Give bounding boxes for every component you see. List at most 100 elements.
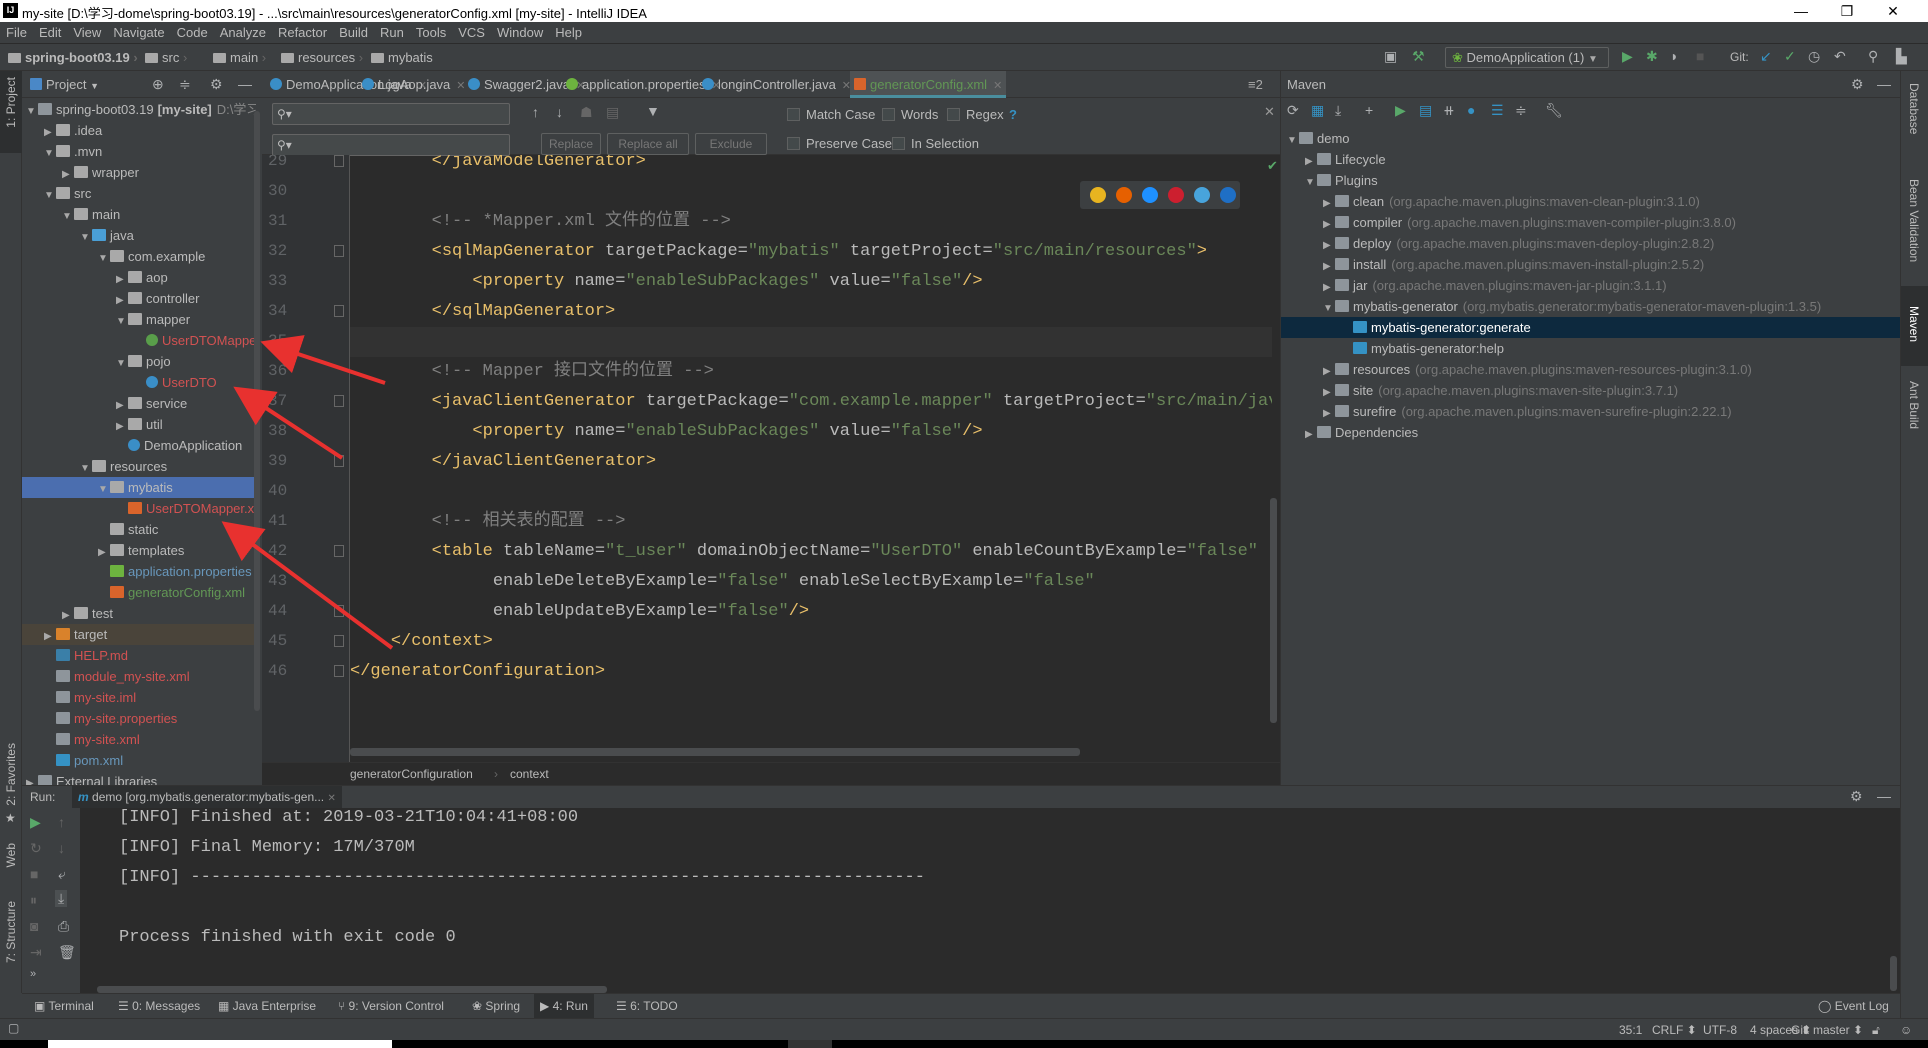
- more-icon[interactable]: »: [30, 968, 36, 980]
- code-area[interactable]: 29 </javaModelGenerator> 30 31 <!-- *Mappe…: [262, 155, 1272, 702]
- expanded-arrow-icon[interactable]: ▼: [80, 458, 92, 479]
- fold-marker-icon[interactable]: [334, 395, 344, 407]
- trash-icon[interactable]: 🗑︎: [58, 944, 76, 961]
- maven-tree-item[interactable]: ▶ compiler (org.apache.maven.plugins:maven…: [1281, 212, 1901, 233]
- menu-file[interactable]: File: [0, 22, 33, 40]
- debug-icon[interactable]: ✱: [1646, 48, 1658, 65]
- lock-icon[interactable]: 🔓︎: [1872, 1023, 1880, 1038]
- maven-tree-item[interactable]: ▶ Lifecycle: [1281, 149, 1901, 170]
- gear-icon[interactable]: ⚙: [210, 76, 223, 93]
- editor-vertical-scrollbar[interactable]: [1270, 498, 1277, 723]
- maven-tree-item[interactable]: ▶ install (org.apache.maven.plugins:maven-…: [1281, 254, 1901, 275]
- collapsed-arrow-icon[interactable]: ▶: [26, 773, 38, 785]
- database-tool-button[interactable]: Database: [1907, 83, 1921, 134]
- fold-marker-icon[interactable]: [334, 635, 344, 647]
- tool-tab-0-messages[interactable]: ☰ 0: Messages: [112, 994, 206, 1018]
- tool-tab-terminal[interactable]: ▣ Terminal: [28, 994, 100, 1018]
- tool-tab-java-enterprise[interactable]: ▦ Java Enterprise: [212, 994, 322, 1018]
- hide-icon[interactable]: —: [1877, 76, 1891, 92]
- up-icon[interactable]: ↑: [58, 814, 65, 830]
- web-tool-button[interactable]: Web: [4, 843, 18, 867]
- coverage-icon[interactable]: ◗: [1670, 48, 1678, 64]
- expanded-arrow-icon[interactable]: ▼: [26, 101, 38, 122]
- tool-tab-4-run[interactable]: ▶ 4: Run: [534, 994, 594, 1018]
- replace-button[interactable]: Replace: [541, 133, 601, 155]
- maven-tree-item[interactable]: ▼ demo: [1281, 128, 1901, 149]
- layout-icon[interactable]: ▣: [1384, 48, 1397, 65]
- tree-item[interactable]: my-site.properties: [22, 708, 256, 729]
- run-icon[interactable]: ▶: [1622, 48, 1633, 65]
- close-tab-icon[interactable]: ✕: [456, 80, 465, 92]
- collapsed-arrow-icon[interactable]: ▶: [1323, 382, 1335, 403]
- project-structure-icon[interactable]: ▙: [1896, 48, 1907, 65]
- skip-tests-icon[interactable]: ●: [1467, 102, 1475, 118]
- collapsed-arrow-icon[interactable]: ▶: [1323, 193, 1335, 214]
- gear-icon[interactable]: ⚙: [1851, 76, 1864, 93]
- maven-tree-item[interactable]: ▶ resources (org.apache.maven.plugins:mave…: [1281, 359, 1901, 380]
- editor-horizontal-scrollbar[interactable]: [350, 748, 1080, 756]
- camera-icon[interactable]: ◙: [30, 918, 38, 934]
- close-tab-icon[interactable]: ✕: [993, 80, 1002, 92]
- print-icon[interactable]: ⎙: [58, 918, 69, 935]
- tree-item[interactable]: UserDTOMapper: [22, 330, 256, 351]
- collapse-all-icon[interactable]: ≑: [179, 76, 191, 93]
- event-log-button[interactable]: ◯ Event Log: [1812, 994, 1895, 1018]
- menu-window[interactable]: Window: [491, 22, 549, 40]
- expanded-arrow-icon[interactable]: ▼: [62, 206, 74, 227]
- tree-item[interactable]: application.properties: [22, 561, 256, 582]
- in-selection-checkbox[interactable]: In Selection: [892, 136, 979, 151]
- exit-icon[interactable]: ⇥: [30, 944, 42, 961]
- maven-tree-item[interactable]: ▶ site (org.apache.maven.plugins:maven-sit…: [1281, 380, 1901, 401]
- minimize-button[interactable]: —: [1778, 0, 1824, 22]
- menu-refactor[interactable]: Refactor: [272, 22, 333, 40]
- project-view-select[interactable]: Project ▼: [30, 77, 99, 92]
- expanded-arrow-icon[interactable]: ▼: [1287, 130, 1299, 151]
- soft-wrap-icon[interactable]: ⤶: [58, 866, 66, 883]
- rerun-failed-icon[interactable]: ↻: [30, 840, 42, 857]
- restore-button[interactable]: ❐: [1824, 0, 1870, 22]
- git-branch-select[interactable]: Git: master ⬍: [1791, 1023, 1863, 1037]
- collapsed-arrow-icon[interactable]: ▶: [1305, 424, 1317, 445]
- editor-tab[interactable]: generatorConfig.xml ✕: [850, 71, 1007, 98]
- maven-tree-item[interactable]: ▼ mybatis-generator (org.mybatis.generator…: [1281, 296, 1901, 317]
- tool-tab-spring[interactable]: ❀ Spring: [466, 994, 526, 1018]
- run-config-select[interactable]: ❀ DemoApplication (1) ▼: [1445, 47, 1609, 68]
- editor[interactable]: ⚲▾ ⚲▾ ↑ ↓ ☗ ▤ ▼ Match Case Words Regex ?…: [262, 98, 1280, 762]
- breadcrumb-mybatis[interactable]: mybatis: [371, 50, 433, 65]
- tabs-overflow-button[interactable]: ≡2: [1248, 71, 1263, 98]
- menu-view[interactable]: View: [67, 22, 107, 40]
- multiline-icon[interactable]: ▤: [606, 104, 619, 121]
- expanded-arrow-icon[interactable]: ▼: [116, 353, 128, 374]
- menu-build[interactable]: Build: [333, 22, 374, 40]
- search-icon[interactable]: ⚲: [1868, 48, 1878, 65]
- tree-item[interactable]: ▶ .idea: [22, 120, 256, 141]
- maven-tree-item[interactable]: ▶ Dependencies: [1281, 422, 1901, 443]
- maven-tree-item[interactable]: mybatis-generator:help: [1281, 338, 1901, 359]
- tree-item[interactable]: module_my-site.xml: [22, 666, 256, 687]
- history-icon[interactable]: ◷: [1808, 48, 1820, 65]
- fold-marker-icon[interactable]: [334, 605, 344, 617]
- collapsed-arrow-icon[interactable]: ▶: [98, 542, 110, 563]
- tree-item[interactable]: ▶ controller: [22, 288, 256, 309]
- build-hammer-icon[interactable]: ⚒: [1412, 48, 1425, 65]
- menu-navigate[interactable]: Navigate: [107, 22, 170, 40]
- collapsed-arrow-icon[interactable]: ▶: [44, 626, 56, 647]
- collapsed-arrow-icon[interactable]: ▶: [62, 164, 74, 185]
- add-icon[interactable]: +: [1365, 102, 1373, 118]
- edge-icon[interactable]: [1220, 187, 1236, 203]
- menu-code[interactable]: Code: [171, 22, 214, 40]
- next-occurrence-icon[interactable]: ↓: [556, 104, 563, 120]
- gear-icon[interactable]: ⚙: [1850, 788, 1863, 805]
- editor-tab[interactable]: application.properties ✕: [566, 71, 721, 98]
- fold-marker-icon[interactable]: [334, 245, 344, 257]
- down-icon[interactable]: ↓: [58, 840, 65, 856]
- collapse-all-icon[interactable]: ≑: [1515, 102, 1527, 119]
- breadcrumb-generatorConfiguration[interactable]: generatorConfiguration: [350, 763, 473, 785]
- tree-item[interactable]: ▶ target: [22, 624, 256, 645]
- breadcrumb-spring-boot03.19[interactable]: spring-boot03.19 ›: [8, 50, 138, 65]
- fold-marker-icon[interactable]: [334, 455, 344, 467]
- editor-tab[interactable]: longinController.java ✕: [702, 71, 851, 98]
- collapsed-arrow-icon[interactable]: ▶: [1323, 361, 1335, 382]
- expanded-arrow-icon[interactable]: ▼: [44, 185, 56, 206]
- stop-icon[interactable]: ■: [1696, 48, 1704, 64]
